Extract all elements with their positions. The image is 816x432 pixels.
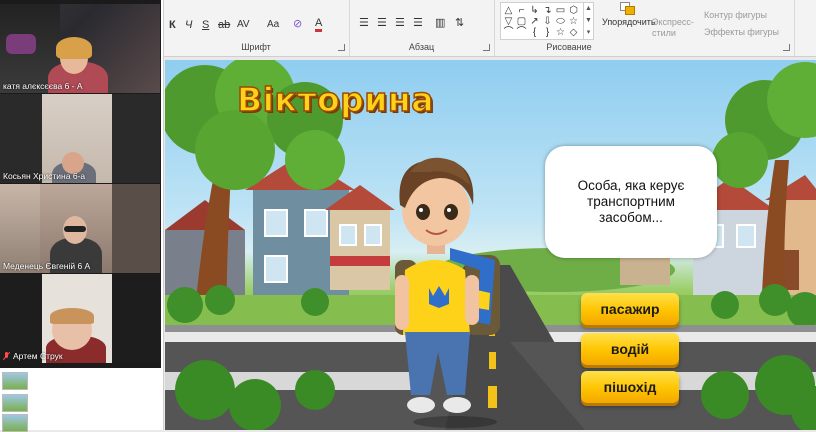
speech-bubble: Особа, яка керує транспортним засобом... xyxy=(545,146,717,258)
slide-thumbnail[interactable] xyxy=(2,372,28,390)
arrange-icon[interactable] xyxy=(620,2,635,15)
underline-button[interactable]: S xyxy=(202,18,209,32)
participant-figure xyxy=(50,308,94,324)
shape-icon[interactable]: ⬭ xyxy=(555,16,566,27)
shape-icon[interactable]: ⌒ xyxy=(516,27,527,38)
strikethrough-button[interactable]: ab xyxy=(218,18,230,32)
answer-button-passenger[interactable]: пасажир xyxy=(581,293,679,325)
align-left-icon[interactable]: ☰ xyxy=(359,16,369,30)
shape-icon[interactable]: ↳ xyxy=(529,5,540,16)
participant-figure xyxy=(64,226,86,232)
video-backdrop xyxy=(6,34,36,54)
question-text: Особа, яка керує транспортним засобом... xyxy=(577,178,685,225)
slide-title: Вікторина xyxy=(236,79,434,120)
font-dialog-launcher-icon[interactable] xyxy=(338,44,345,51)
columns-icon[interactable]: ▥ xyxy=(435,16,445,30)
shape-icon[interactable]: ↗ xyxy=(529,16,540,27)
font-color-button[interactable]: A xyxy=(315,18,323,32)
drawing-group-label: Рисование xyxy=(546,42,592,52)
align-center-icon[interactable]: ☰ xyxy=(377,16,387,30)
video-call-panel: катя алєксєєва 6 - А Косьян Христина 6-а… xyxy=(0,0,161,368)
video-backdrop xyxy=(0,94,42,183)
paragraph-dialog-launcher-icon[interactable] xyxy=(483,44,490,51)
video-backdrop xyxy=(112,274,160,363)
shape-icon[interactable]: ▢ xyxy=(516,16,527,27)
microphone-muted-icon xyxy=(3,352,10,360)
spacing-button[interactable]: AV xyxy=(237,18,250,32)
justify-icon[interactable]: ☰ xyxy=(413,16,423,30)
arrange-button[interactable]: Упорядочить xyxy=(602,17,656,27)
shape-icon[interactable]: ▽ xyxy=(503,16,514,27)
video-backdrop xyxy=(112,184,160,273)
font-group: К Ч S ab AV Aa ⊘ A Шрифт xyxy=(163,0,350,56)
quick-styles-button[interactable]: Экспресс- стили xyxy=(652,17,694,39)
slide-thumbnail[interactable] xyxy=(2,414,28,432)
shape-effects-button[interactable]: Эффекты фигуры xyxy=(704,27,779,37)
answer-button-pedestrian[interactable]: пішохід xyxy=(581,371,679,403)
shape-outline-button[interactable]: Контур фигуры xyxy=(704,10,767,20)
participant-figure xyxy=(56,37,92,59)
video-backdrop xyxy=(0,274,42,363)
change-case-button[interactable]: Aa xyxy=(267,18,279,32)
shape-icon[interactable]: ↴ xyxy=(542,5,553,16)
align-right-icon[interactable]: ☰ xyxy=(395,16,405,30)
shape-icon[interactable]: ☆ xyxy=(555,27,566,38)
drawing-dialog-launcher-icon[interactable] xyxy=(783,44,790,51)
participant-video-tile[interactable]: катя алєксєєва 6 - А xyxy=(0,4,160,93)
shape-icon[interactable]: ⌐ xyxy=(516,5,527,16)
participant-video-tile[interactable]: Меденець Євгеній 6 А xyxy=(0,184,160,273)
video-backdrop xyxy=(0,184,40,273)
participant-name-text: Артем Струк xyxy=(13,351,63,361)
shape-icon[interactable]: ⬡ xyxy=(568,5,579,16)
participant-video-tile[interactable]: Косьян Христина 6-а xyxy=(0,94,160,183)
slide-thumbnail[interactable] xyxy=(2,394,28,412)
font-group-label: Шрифт xyxy=(241,42,271,52)
shape-icon[interactable]: } xyxy=(542,27,553,38)
shape-icon[interactable]: ⌒ xyxy=(503,27,514,38)
paragraph-group: ☰ ☰ ☰ ☰ ▥ ⇅ Абзац xyxy=(349,0,495,56)
participant-name: Артем Струк xyxy=(3,351,63,361)
shape-icon[interactable]: ◇ xyxy=(568,27,579,38)
participant-name: Меденець Євгеній 6 А xyxy=(3,261,91,271)
text-direction-icon[interactable]: ⇅ xyxy=(455,16,464,30)
italic-button[interactable]: Ч xyxy=(185,18,192,32)
gallery-scroll-icon[interactable]: ▲ ▼ ▾ xyxy=(583,3,593,39)
bold-button[interactable]: К xyxy=(169,18,176,32)
participant-name: катя алєксєєва 6 - А xyxy=(3,81,83,91)
paragraph-group-label: Абзац xyxy=(408,42,435,52)
clear-format-icon[interactable]: ⊘ xyxy=(293,17,302,31)
presentation-slide[interactable]: Вікторина Особа, яка керує транспортним … xyxy=(165,60,816,430)
shape-icon[interactable]: ☆ xyxy=(568,16,579,27)
video-backdrop xyxy=(112,94,160,183)
shape-icon[interactable]: ⇩ xyxy=(542,16,553,27)
participant-video-tile[interactable]: Артем Струк xyxy=(0,274,160,363)
shape-icon[interactable]: ▭ xyxy=(555,5,566,16)
shapes-gallery[interactable]: △ ⌐ ↳ ↴ ▭ ⬡ ▽ ▢ ↗ ⇩ ⬭ ☆ ⌒ ⌒ { } ☆ ◇ ▲ ▼ ▾ xyxy=(500,2,594,40)
drawing-group: △ ⌐ ↳ ↴ ▭ ⬡ ▽ ▢ ↗ ⇩ ⬭ ☆ ⌒ ⌒ { } ☆ ◇ ▲ ▼ ▾ … xyxy=(494,0,795,56)
participant-name: Косьян Христина 6-а xyxy=(3,171,86,181)
shape-icon[interactable]: △ xyxy=(503,5,514,16)
answer-button-driver[interactable]: водій xyxy=(581,333,679,365)
shape-icon[interactable]: { xyxy=(529,27,540,38)
